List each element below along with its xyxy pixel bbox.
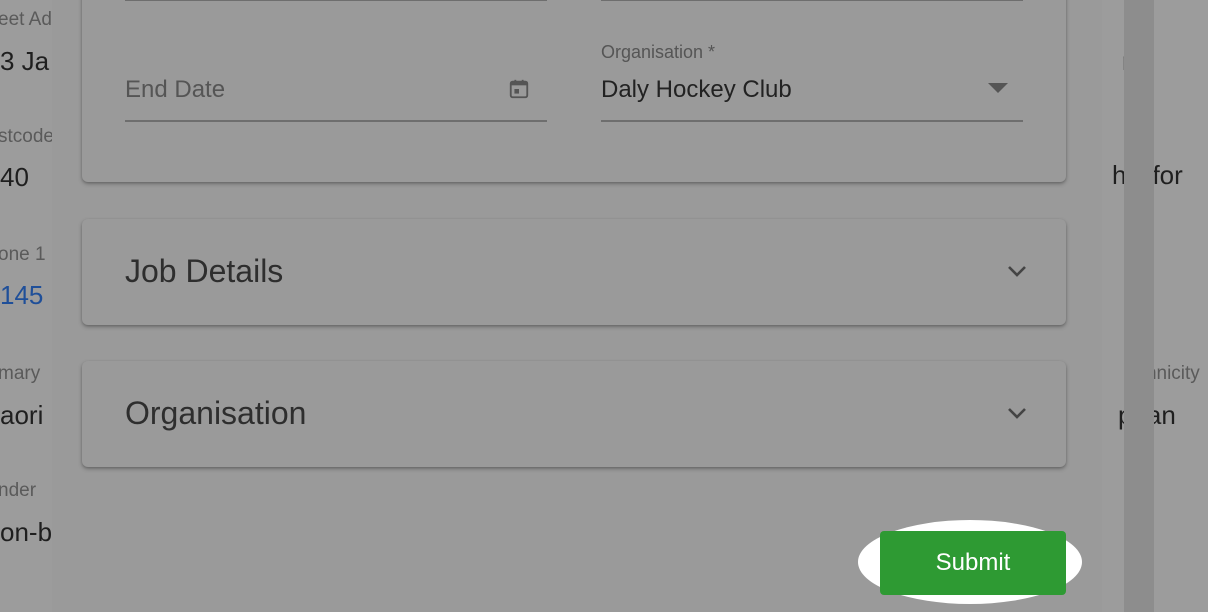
end-date-placeholder: End Date [125, 76, 226, 103]
street-address-label: eet Ad [0, 9, 52, 30]
gender-value: on-bi [0, 517, 52, 547]
organisation-select-label: Organisation * [601, 42, 716, 62]
chevron-down-icon[interactable] [1006, 263, 1028, 279]
accordion-job-details[interactable]: Job Details [82, 219, 1066, 325]
postcode-value: 40 [0, 162, 29, 192]
background-left-column: eet Ad 3 Ja stcode 40 one 1 145 mary aor… [0, 0, 52, 612]
gender-label: nder [0, 480, 37, 501]
organisation-select-underline [601, 120, 1023, 122]
dates-card: End Date Organisation * Daly Hockey Club [82, 0, 1066, 182]
end-date-underline [125, 120, 547, 122]
phone-link[interactable]: 145 [0, 280, 43, 311]
chevron-down-icon[interactable] [1006, 405, 1028, 421]
dialog-scrollbar[interactable] [1124, 0, 1154, 612]
street-address-value: 3 Ja [0, 46, 50, 76]
primary-label: mary [0, 363, 41, 384]
start-date-underline [125, 0, 547, 1]
submit-button[interactable]: Submit [880, 531, 1066, 595]
accordion-organisation[interactable]: Organisation [82, 361, 1066, 467]
accordion-title: Job Details [125, 253, 284, 289]
postcode-label: stcode [0, 126, 52, 147]
dropdown-arrow-icon[interactable] [988, 83, 1008, 93]
organisation-select-value: Daly Hockey Club [601, 76, 792, 103]
phone-label: one 1 [0, 244, 46, 265]
primary-value: aori [0, 400, 44, 430]
field-underline-top-right [601, 0, 1023, 1]
accordion-title: Organisation [125, 395, 307, 431]
calendar-icon[interactable] [508, 78, 530, 100]
